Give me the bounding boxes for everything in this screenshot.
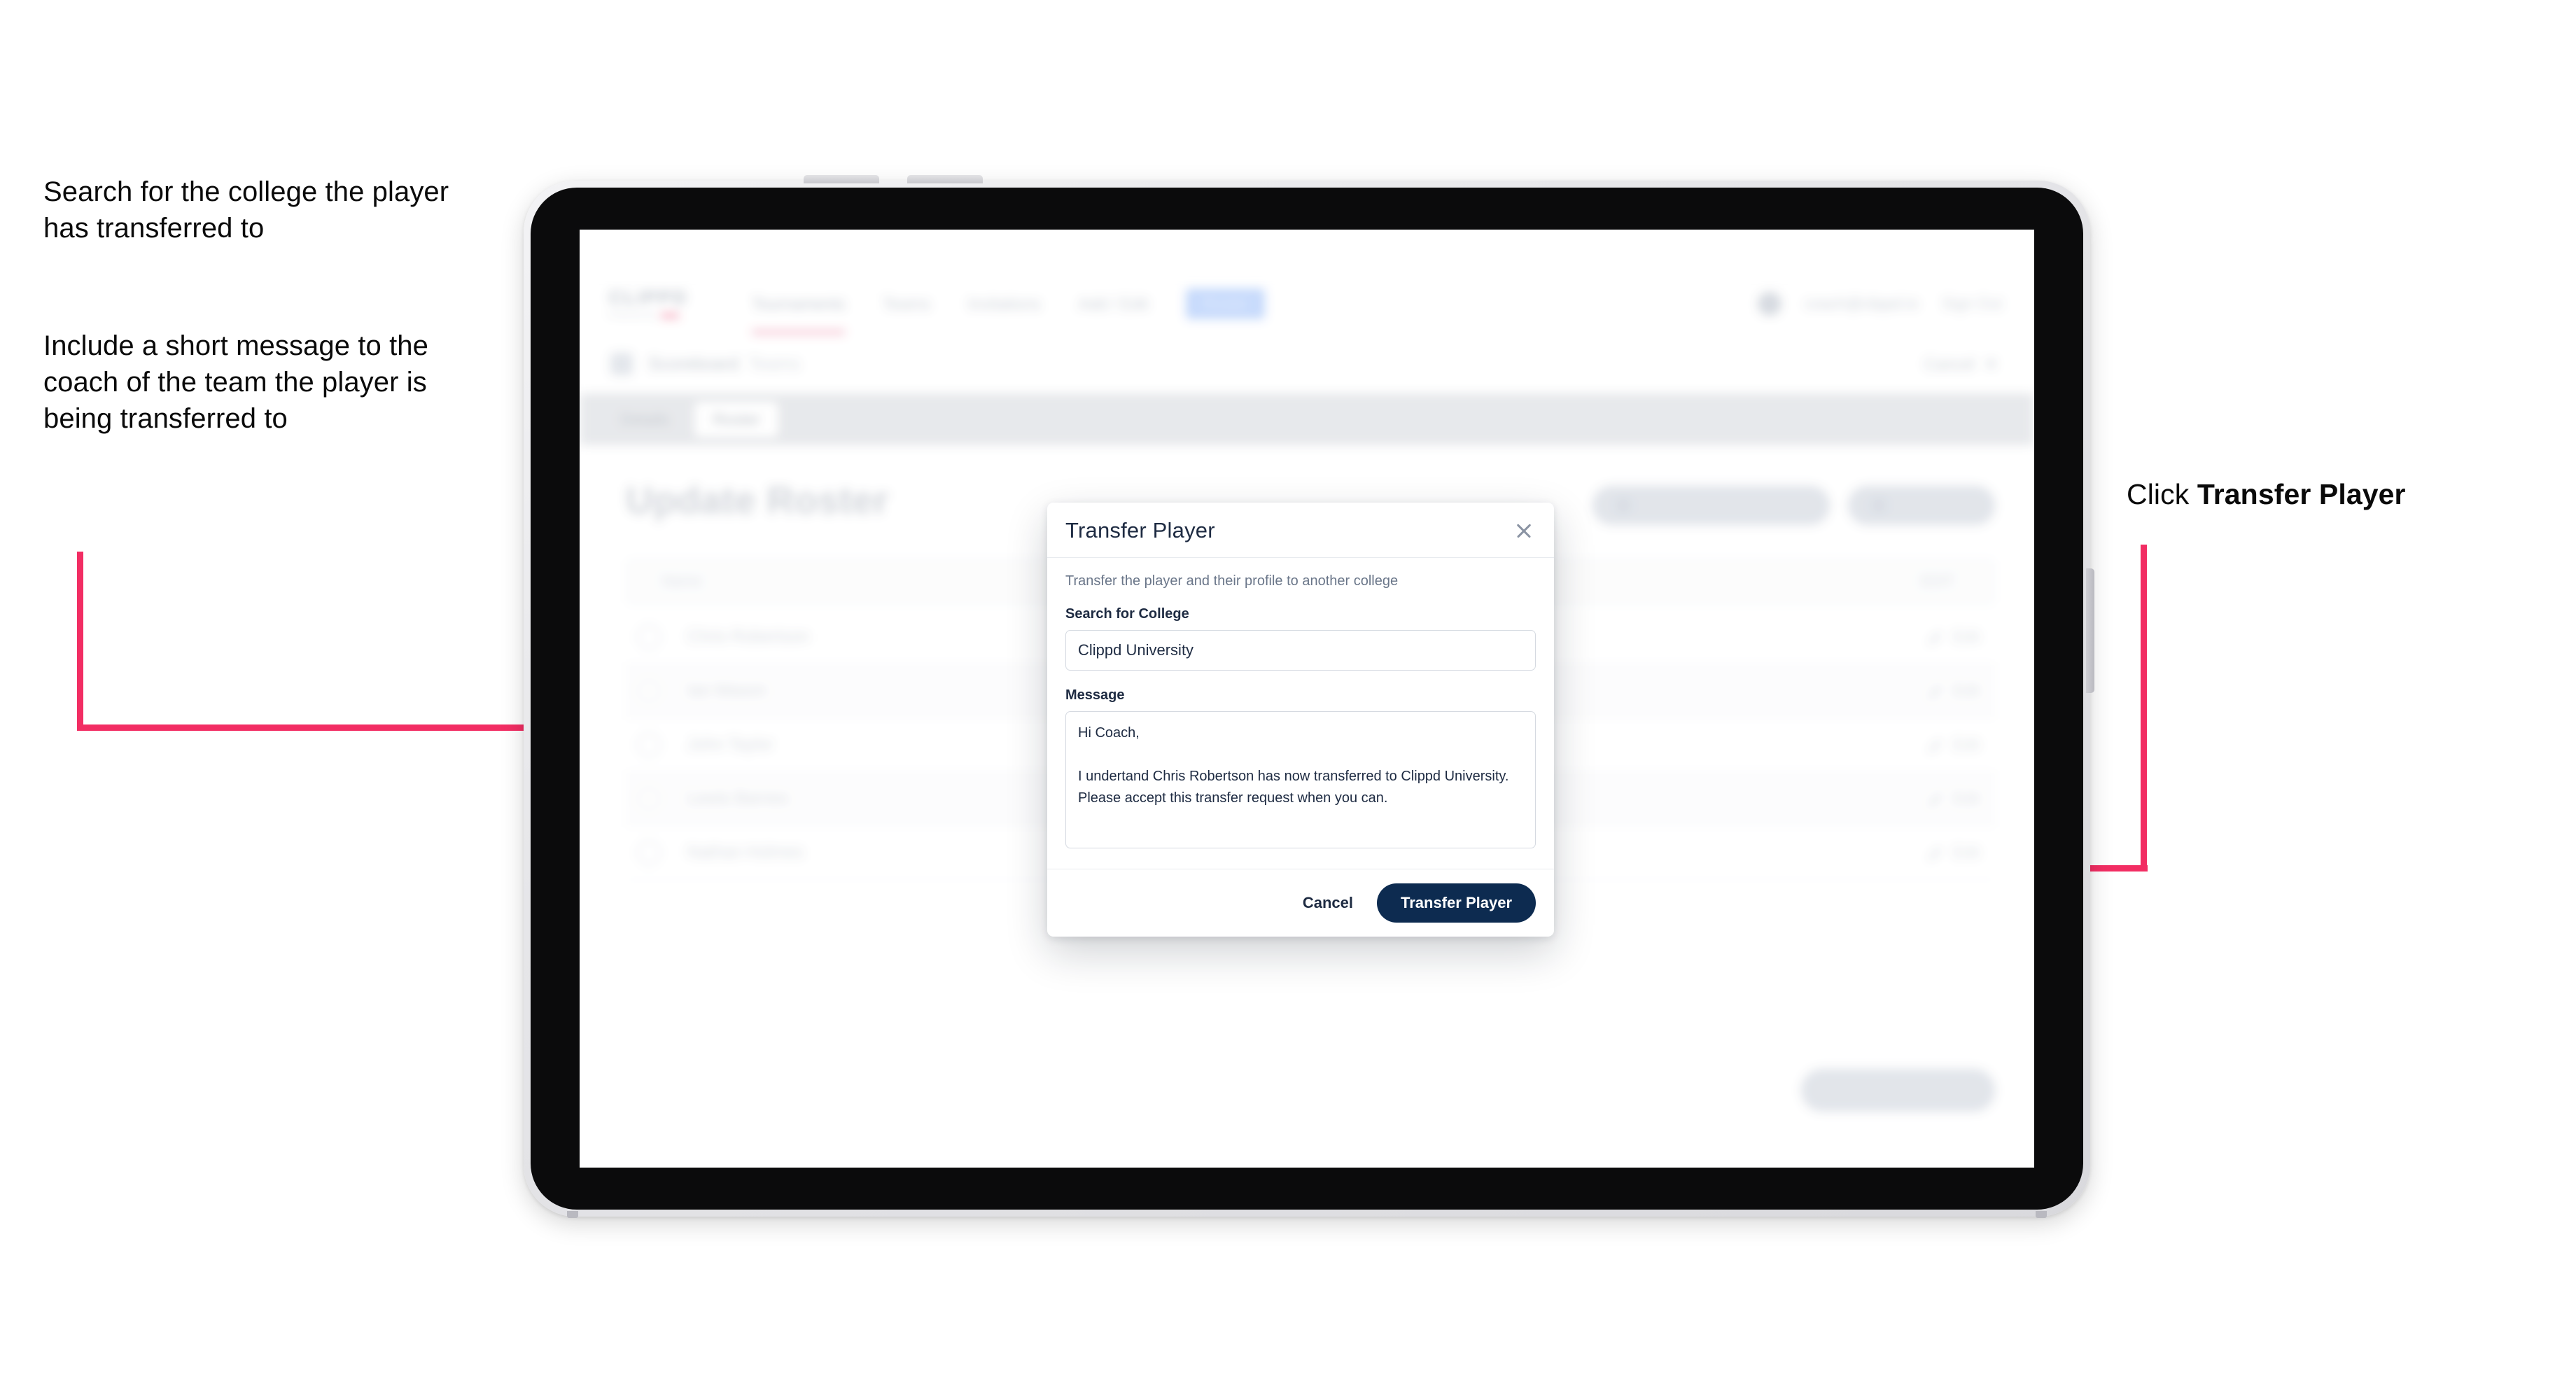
annotation-include-message: Include a short message to the coach of … [43, 330, 428, 434]
dialog-title: Transfer Player [1065, 518, 1215, 542]
power-button[interactable] [2086, 568, 2094, 693]
dialog-footer: Cancel Transfer Player [1047, 869, 1554, 937]
volume-down-button[interactable] [907, 175, 983, 183]
annotation-click-prefix: Click [2127, 478, 2197, 510]
dialog-body: Transfer the player and their profile to… [1047, 558, 1554, 869]
annotation-search-college: Search for the college the player has tr… [43, 176, 449, 244]
message-textarea[interactable] [1065, 711, 1536, 848]
message-label: Message [1065, 687, 1125, 703]
field-spacer [1065, 671, 1536, 687]
transfer-player-dialog: Transfer Player Transfer the player and … [1047, 503, 1554, 937]
device-foot-right [2036, 1211, 2047, 1218]
device-foot-left [567, 1211, 578, 1218]
annotation-click-transfer: Click Transfer Player [2127, 476, 2561, 513]
annotation-line-left-vertical [77, 552, 83, 731]
walkthrough-stage: Search for the college the player has tr… [0, 0, 2576, 1386]
dialog-description: Transfer the player and their profile to… [1065, 573, 1399, 589]
search-college-input[interactable] [1065, 630, 1536, 671]
volume-up-button[interactable] [804, 175, 879, 183]
close-icon[interactable] [1512, 519, 1536, 542]
cancel-button[interactable]: Cancel [1300, 890, 1356, 916]
dialog-header: Transfer Player [1047, 503, 1554, 558]
annotation-click-target: Transfer Player [2197, 478, 2406, 510]
annotation-line-right-vertical [2141, 545, 2147, 871]
search-college-label: Search for College [1065, 606, 1189, 622]
transfer-player-button[interactable]: Transfer Player [1377, 883, 1536, 923]
